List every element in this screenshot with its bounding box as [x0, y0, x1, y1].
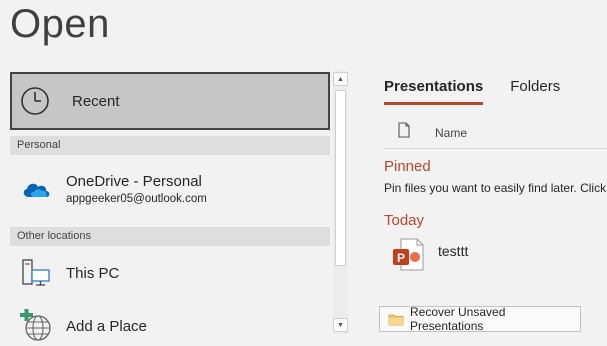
scrollbar-thumb[interactable]: [335, 90, 346, 266]
file-type-icon: [398, 122, 410, 143]
recover-unsaved-button[interactable]: Recover Unsaved Presentations: [379, 305, 581, 333]
onedrive-email: appgeeker05@outlook.com: [66, 193, 207, 205]
clock-icon: [18, 84, 52, 118]
location-onedrive[interactable]: OneDrive - Personal appgeeker05@outlook.…: [10, 162, 330, 216]
location-add-a-place[interactable]: Add a Place: [10, 306, 330, 346]
powerpoint-file-icon: P: [392, 238, 424, 277]
folder-icon: [388, 313, 404, 326]
header-divider: [384, 148, 607, 149]
file-row[interactable]: P testtt: [392, 238, 468, 277]
recover-unsaved-label: Recover Unsaved Presentations: [410, 305, 506, 333]
onedrive-name: OneDrive - Personal: [66, 173, 202, 190]
svg-text:P: P: [397, 251, 405, 265]
file-name: testtt: [438, 242, 469, 259]
onedrive-cloud-icon: [16, 169, 56, 209]
location-recent[interactable]: Recent: [10, 72, 330, 130]
location-add-a-place-label: Add a Place: [66, 317, 147, 335]
group-label-today: Today: [384, 212, 425, 229]
computer-icon: [16, 253, 56, 293]
section-header-other-locations: Other locations: [10, 227, 330, 246]
file-list-header[interactable]: Name: [398, 122, 467, 143]
pinned-hint-text: Pin files you want to easily find later.…: [384, 181, 607, 195]
column-header-name[interactable]: Name: [435, 126, 467, 140]
location-recent-label: Recent: [72, 92, 120, 110]
add-place-globe-icon: [16, 306, 56, 346]
scroll-down-arrow-icon[interactable]: ▼: [333, 318, 348, 332]
location-this-pc-label: This PC: [66, 264, 120, 282]
locations-scrollbar[interactable]: ▲ ▼: [333, 70, 348, 334]
group-label-pinned: Pinned: [384, 158, 431, 175]
section-header-personal: Personal: [10, 136, 330, 155]
file-tabs: Presentations Folders: [384, 78, 587, 105]
tab-folders[interactable]: Folders: [510, 78, 560, 105]
page-title: Open: [10, 2, 110, 46]
tab-presentations[interactable]: Presentations: [384, 78, 484, 105]
locations-pane: Recent Personal OneDrive - Personal appg…: [10, 70, 332, 344]
location-this-pc[interactable]: This PC: [10, 252, 330, 294]
scroll-up-arrow-icon[interactable]: ▲: [333, 72, 348, 86]
